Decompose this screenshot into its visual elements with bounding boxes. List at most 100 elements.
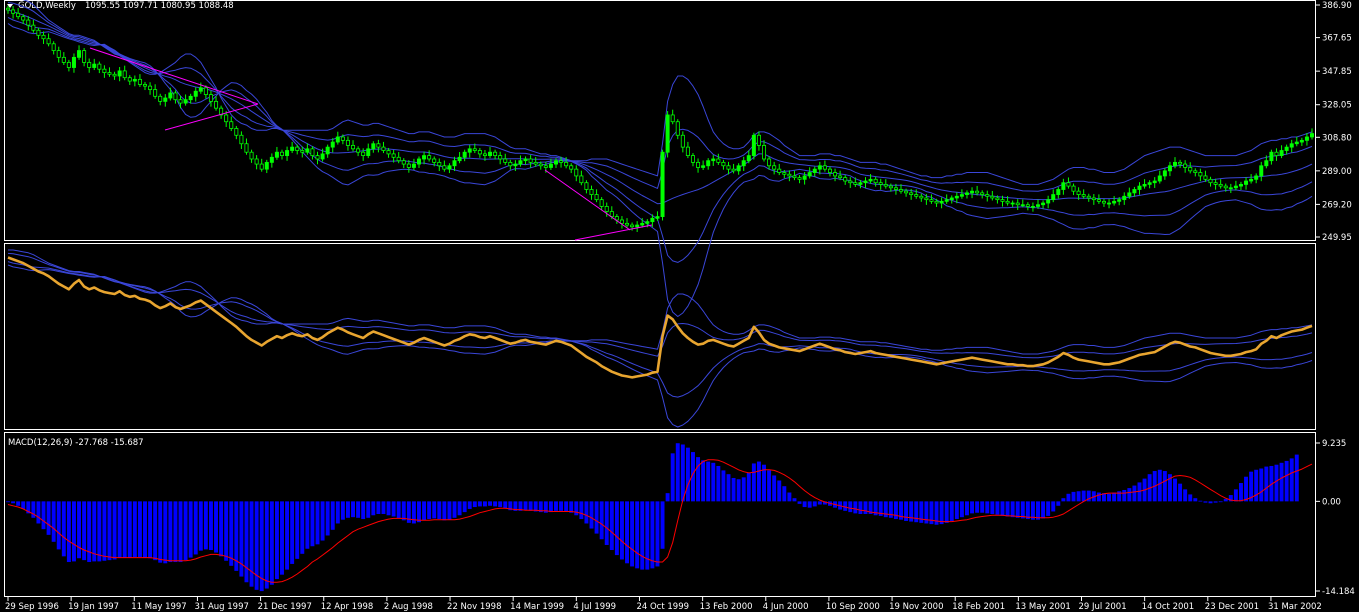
- macd-bar: [650, 501, 655, 569]
- price-tick-label: 328.05: [1322, 101, 1352, 111]
- candle-body: [422, 155, 427, 160]
- candle-body: [1041, 202, 1046, 206]
- macd-bar: [893, 501, 898, 520]
- candle-body: [848, 180, 853, 184]
- candle-body: [756, 134, 761, 146]
- macd-bar: [554, 501, 558, 511]
- macd-bar: [772, 475, 777, 502]
- price-tick-label: 249.95: [1322, 233, 1352, 243]
- candle-body: [650, 217, 655, 223]
- macd-bar: [523, 501, 528, 511]
- macd-bar: [361, 501, 366, 520]
- candle-body: [92, 63, 97, 68]
- macd-bar: [970, 501, 975, 514]
- candle-body: [432, 158, 437, 163]
- candle-body: [269, 156, 274, 163]
- candle-body: [751, 134, 756, 157]
- candle-body: [71, 56, 76, 68]
- macd-bar: [807, 501, 812, 508]
- candle-body: [198, 87, 203, 92]
- macd-bar: [965, 501, 969, 516]
- candle-body: [1005, 200, 1010, 204]
- signal-line: [7, 459, 1313, 583]
- macd-bar: [1259, 468, 1264, 502]
- macd-bar: [366, 501, 371, 518]
- macd-bar: [1122, 489, 1127, 502]
- candle-body: [285, 150, 290, 157]
- macd-bar: [584, 501, 589, 524]
- candle-body: [690, 155, 695, 163]
- macd-bar: [280, 501, 284, 575]
- candle-body: [351, 145, 356, 150]
- candle-body: [1147, 182, 1152, 185]
- macd-bar: [1051, 501, 1056, 512]
- trendline: [164, 103, 259, 131]
- price-tick-label: 308.80: [1322, 133, 1352, 143]
- macd-bar: [1036, 501, 1040, 520]
- candle-body: [1152, 180, 1157, 184]
- macd-bar: [1284, 460, 1289, 502]
- candle-body: [594, 194, 599, 201]
- candle-body: [680, 134, 685, 148]
- macd-bar: [112, 501, 117, 560]
- macd-bar: [954, 501, 959, 520]
- macd-bar: [1046, 501, 1051, 516]
- macd-bar: [249, 501, 254, 587]
- candle-body: [371, 143, 376, 150]
- macd-bar: [77, 501, 82, 559]
- price-tick-label: 347.85: [1322, 67, 1352, 77]
- macd-bar: [746, 472, 751, 502]
- macd-bar: [391, 501, 396, 517]
- macd-bar: [56, 501, 61, 550]
- macd-bar: [782, 486, 787, 502]
- candle-body: [706, 160, 711, 167]
- macd-bar: [127, 501, 132, 558]
- candle-body: [858, 182, 863, 185]
- macd-bar: [1056, 501, 1061, 506]
- time-tick-label: 29 Jul 2001: [1079, 602, 1127, 612]
- macd-bar: [1107, 493, 1112, 502]
- candle-body: [518, 160, 523, 165]
- candle-body: [569, 165, 574, 170]
- candle-body: [1157, 175, 1162, 182]
- candle-body: [1208, 178, 1213, 184]
- candle-body: [625, 222, 630, 226]
- candle-body: [970, 190, 975, 194]
- macd-bar: [959, 501, 964, 518]
- candle-body: [183, 99, 188, 104]
- candle-body: [822, 165, 827, 170]
- macd-bar: [1264, 466, 1269, 502]
- macd-bar: [493, 501, 498, 507]
- time-tick-label: 4 Jun 2000: [763, 602, 809, 612]
- macd-bar: [482, 501, 487, 507]
- candle-body: [467, 148, 472, 153]
- candle-body: [1259, 165, 1264, 177]
- macd-bar: [153, 501, 158, 561]
- macd-bar: [1213, 501, 1218, 503]
- candle-body: [665, 114, 670, 153]
- macd-bar: [208, 501, 213, 551]
- macd-bar: [269, 501, 274, 585]
- candle-body: [1081, 194, 1086, 197]
- macd-bar: [193, 501, 198, 555]
- candle-body: [295, 146, 300, 151]
- candle-body: [1193, 170, 1198, 173]
- candle-body: [254, 158, 259, 165]
- overlay-pane: [7, 249, 1313, 428]
- candle-body: [1122, 195, 1127, 201]
- macd-bar: [1000, 501, 1005, 516]
- macd-bar: [1020, 501, 1025, 519]
- candle-body: [523, 158, 528, 162]
- macd-bar: [1005, 501, 1010, 517]
- candle-body: [701, 165, 706, 168]
- candle-body: [427, 155, 432, 160]
- candle-body: [406, 163, 411, 168]
- macd-bar: [107, 501, 112, 561]
- inner-lower-band-line: [7, 16, 1313, 263]
- candle-body: [1086, 195, 1091, 199]
- candle-body: [1020, 204, 1025, 207]
- candle-body: [904, 190, 909, 194]
- candle-body: [493, 151, 498, 157]
- macd-bar: [1218, 501, 1223, 503]
- macd-bar: [437, 501, 442, 520]
